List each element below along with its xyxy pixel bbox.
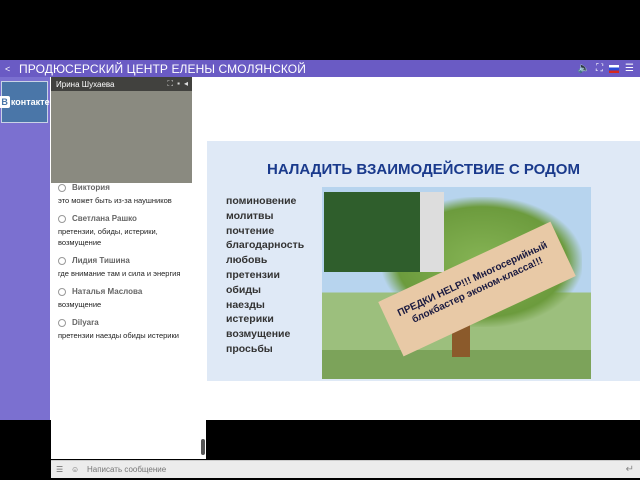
top-controls: 🔈 ⛶ ☰ [578,63,634,74]
user-avatar-icon [58,256,66,265]
list-item: истерики [226,313,274,326]
webcam-presenter-name: Ирина Шухаева [56,79,115,89]
volume-icon[interactable]: 🔈 [578,63,590,74]
chat-message: Dilyara претензии наезды обиды истерики [58,318,179,340]
list-icon[interactable]: ☰ [56,465,66,474]
fullscreen-icon[interactable]: ⛶ [168,79,174,89]
left-sidebar [0,77,50,420]
chat-message: Светлана Рашко претензии, обиды, истерик… [58,214,158,247]
list-item: поминовение [226,195,297,207]
list-item: возмущение [226,328,291,341]
list-item: обиды [226,283,261,296]
chat-message: Наталья Маслова возмущение [58,287,143,309]
send-icon[interactable]: ↵ [626,464,634,475]
top-bar: < ПРОДЮСЕРСКИЙ ЦЕНТР ЕЛЕНЫ СМОЛЯНСКОЙ 🔈 … [0,60,640,77]
chat-message: Виктория это может быть из-за наушников [58,183,172,205]
chat-message: Лидия Тишина где внимание там и сила и э… [58,256,181,278]
presentation-slide: НАЛАДИТЬ ВЗАИМОДЕЙСТВИЕ С РОДОМ поминове… [207,141,640,381]
family-tree-image: ПРЕДКИ HELP!!! Многосерийный блокбастер … [322,187,591,379]
list-item: благодарность [226,239,305,252]
list-item: просьбы [226,342,273,355]
user-avatar-icon [58,214,66,223]
studio-photo [324,192,444,272]
share-icon[interactable]: < [5,64,15,74]
language-flag-icon[interactable] [609,64,620,73]
list-item: почтение [226,224,275,237]
message-input[interactable] [87,465,587,474]
chat-panel[interactable]: Виктория это может быть из-за наушников … [51,183,206,459]
user-avatar-icon [58,183,66,192]
vk-button[interactable]: В контакте [0,81,50,123]
user-avatar-icon [58,318,66,327]
vk-logo-icon: В [0,96,10,108]
webcam-header: Ирина Шухаева ⛶ ▪ ◂ [51,77,192,91]
camera-icon[interactable]: ▪ [177,79,180,89]
slide-title: НАЛАДИТЬ ВЗАИМОДЕЙСТВИЕ С РОДОМ [267,161,580,178]
volume-icon[interactable]: ◂ [184,79,188,89]
webcam-video[interactable]: Ирина Шухаева ⛶ ▪ ◂ [51,77,192,183]
app-title: ПРОДЮСЕРСКИЙ ЦЕНТР ЕЛЕНЫ СМОЛЯНСКОЙ [19,61,306,76]
chat-scrollbar[interactable] [201,439,205,455]
list-item: молитвы [226,209,274,222]
menu-icon[interactable]: ☰ [625,63,634,74]
app-frame: < ПРОДЮСЕРСКИЙ ЦЕНТР ЕЛЕНЫ СМОЛЯНСКОЙ 🔈 … [0,60,640,478]
list-item: наезды [226,298,265,311]
list-item: любовь [226,254,268,267]
fullscreen-icon[interactable]: ⛶ [596,63,603,74]
vk-label: контакте [10,97,50,107]
list-item: претензии [226,268,280,281]
slide-list: поминовение молитвы почтение благодарнос… [226,194,304,357]
user-avatar-icon [58,287,66,296]
chat-composer: ☰ ☺ ↵ [51,460,640,478]
emoji-icon[interactable]: ☺ [71,465,81,474]
